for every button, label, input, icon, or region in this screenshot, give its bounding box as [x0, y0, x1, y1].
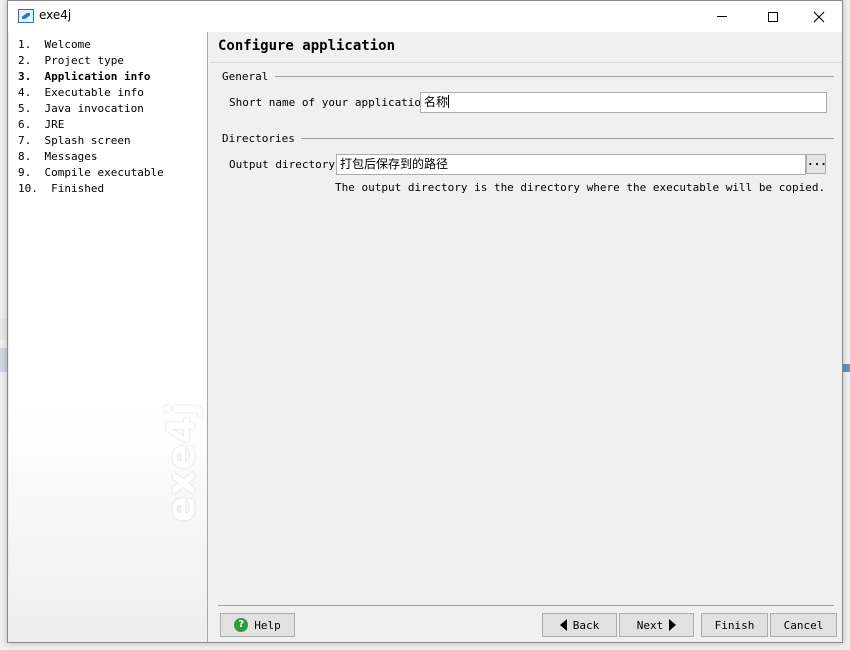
main-content: Configure application General Short name…	[209, 32, 842, 642]
general-group-label: General	[222, 70, 269, 83]
nav-step-welcome[interactable]: 1. Welcome	[18, 39, 164, 55]
back-arrow-icon	[559, 619, 567, 631]
help-button-label: Help	[254, 618, 281, 632]
cancel-button-label: Cancel	[783, 618, 824, 632]
next-button[interactable]: Next	[619, 613, 694, 637]
text-caret	[448, 95, 450, 108]
window-title: exe4j	[39, 8, 72, 22]
back-button-label: Back	[572, 618, 600, 632]
title-bar: exe4j	[8, 1, 842, 32]
output-directory-input[interactable]: 打包后保存到的路径	[336, 154, 806, 175]
short-name-label: Short name of your application:	[229, 96, 435, 109]
next-arrow-icon	[669, 619, 677, 631]
next-button-label: Next	[636, 618, 664, 632]
help-button[interactable]: ? Help	[220, 613, 295, 637]
nav-step-splash-screen[interactable]: 7. Splash screen	[18, 135, 164, 151]
finish-button-label: Finish	[714, 618, 755, 632]
close-icon	[813, 11, 825, 22]
directories-group-divider	[301, 138, 834, 139]
background-app-strip	[842, 364, 850, 372]
cancel-button[interactable]: Cancel	[770, 613, 837, 637]
nav-step-application-info[interactable]: 3. Application info	[18, 71, 164, 87]
general-group-divider	[275, 76, 834, 77]
exe4j-window: exe4j 1. Welcome 2. Project type 3. Appl…	[7, 0, 843, 643]
maximize-button[interactable]	[750, 1, 796, 32]
back-button[interactable]: Back	[542, 613, 617, 637]
output-directory-value: 打包后保存到的路径	[340, 157, 449, 171]
nav-step-compile-executable[interactable]: 9. Compile executable	[18, 167, 164, 183]
short-name-value: 名称	[424, 95, 449, 109]
nav-step-java-invocation[interactable]: 5. Java invocation	[18, 103, 164, 119]
output-directory-label: Output directory:	[229, 158, 342, 171]
output-directory-hint: The output directory is the directory wh…	[335, 181, 826, 194]
nav-step-executable-info[interactable]: 4. Executable info	[18, 87, 164, 103]
finish-button[interactable]: Finish	[701, 613, 768, 637]
minimize-icon	[717, 16, 727, 17]
directories-group-label: Directories	[222, 132, 295, 145]
nav-step-jre[interactable]: 6. JRE	[18, 119, 164, 135]
nav-step-project-type[interactable]: 2. Project type	[18, 55, 164, 71]
buttons-divider	[218, 605, 834, 606]
short-name-input[interactable]: 名称	[420, 92, 827, 113]
close-button[interactable]	[796, 1, 842, 32]
wizard-steps-list: 1. Welcome 2. Project type 3. Applicatio…	[18, 39, 164, 199]
exe4j-watermark-logo: exe4j	[159, 401, 203, 522]
browse-directory-button[interactable]: ...	[806, 154, 827, 174]
nav-step-messages[interactable]: 8. Messages	[18, 151, 164, 167]
minimize-button[interactable]	[699, 1, 745, 32]
exe4j-app-icon	[18, 9, 34, 23]
title-divider	[210, 62, 842, 63]
help-icon: ?	[234, 618, 249, 632]
maximize-icon	[768, 11, 778, 22]
page-title: Configure application	[218, 38, 396, 54]
wizard-steps-sidebar: 1. Welcome 2. Project type 3. Applicatio…	[9, 32, 208, 642]
nav-step-finished[interactable]: 10. Finished	[18, 183, 164, 199]
